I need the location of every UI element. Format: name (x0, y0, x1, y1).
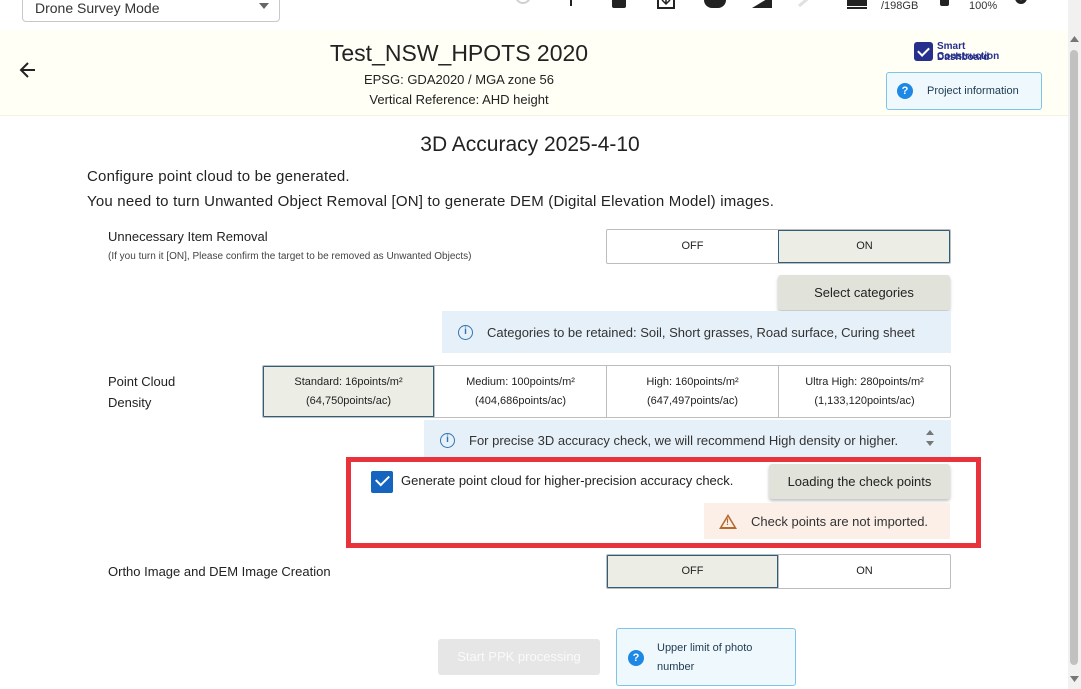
removal-label: Unnecessary Item Removal (108, 229, 268, 244)
ortho-toggle[interactable]: OFF ON (606, 554, 951, 589)
removal-toggle[interactable]: OFF ON (606, 229, 951, 264)
disabled-tool-icon (798, 0, 809, 8)
scrollbar-thumb[interactable] (1070, 50, 1078, 665)
vertical-reference-text: Vertical Reference: AHD height (369, 92, 549, 107)
scroll-down-icon[interactable] (1069, 674, 1080, 684)
gear-icon[interactable] (1012, 0, 1030, 8)
density-standard-line1: Standard: 16points/m² (294, 375, 403, 388)
ortho-on-option[interactable]: ON (778, 555, 950, 588)
highlight-box (346, 457, 981, 548)
epsg-text: EPSG: GDA2020 / MGA zone 56 (363, 72, 555, 87)
help-icon: ? (628, 650, 644, 666)
density-info-text: For precise 3D accuracy check, we will r… (469, 432, 899, 448)
scroll-up-icon[interactable] (1069, 34, 1080, 44)
removal-on-option[interactable]: ON (778, 230, 950, 263)
storage-icon (847, 0, 867, 9)
mode-select[interactable]: Drone Survey Mode (22, 0, 280, 22)
measure-icon[interactable] (752, 0, 772, 10)
categories-info-bar: i Categories to be retained: Soil, Short… (442, 311, 951, 353)
density-high-line1: High: 160points/m² (646, 375, 739, 388)
refresh-icon[interactable] (512, 0, 534, 8)
density-label-line2: Density (108, 395, 152, 410)
spin-stepper-icon[interactable] (924, 427, 936, 449)
density-high-option[interactable]: High: 160points/m² (647,497points/ac) (606, 366, 778, 417)
density-medium-option[interactable]: Medium: 100points/m² (404,686points/ac) (434, 366, 606, 417)
pin-icon[interactable] (563, 0, 579, 8)
project-information-label: Project information (927, 85, 1019, 97)
export-icon[interactable] (656, 0, 676, 10)
intro-line-1: Configure point cloud to be generated. (87, 168, 350, 185)
smart-construction-logo: Smart Construction Dashboard (914, 42, 1024, 64)
density-info-bar: i For precise 3D accuracy check, we will… (424, 420, 951, 460)
density-medium-line1: Medium: 100points/m² (466, 375, 575, 388)
density-high-line2: (647,497points/ac) (646, 394, 739, 407)
info-icon: i (458, 324, 473, 340)
removal-note: (If you turn it [ON], Please confirm the… (108, 251, 472, 262)
categories-info-text: Categories to be retained: Soil, Short g… (487, 324, 915, 340)
upper-limit-info[interactable]: ? Upper limit of photo number (616, 628, 796, 686)
density-medium-line2: (404,686points/ac) (474, 394, 567, 407)
logo-mark-icon (914, 42, 933, 61)
storage-text: /198GB (881, 0, 919, 12)
density-selector[interactable]: Standard: 16points/m² (64,750points/ac) … (262, 365, 951, 418)
info-icon: i (440, 432, 455, 448)
battery-icon (940, 0, 949, 6)
chevron-down-icon (259, 3, 269, 9)
help-icon: ? (897, 83, 913, 99)
zoom-text: 100% (969, 0, 998, 12)
density-ultra-high-line1: Ultra High: 280points/m² (805, 375, 924, 388)
logo-text-line2: Dashboard (937, 52, 990, 63)
mode-select-value: Drone Survey Mode (35, 0, 160, 16)
density-standard-line2: (64,750points/ac) (306, 394, 391, 407)
start-ppk-processing-button[interactable]: Start PPK processing (438, 639, 600, 675)
density-standard-option[interactable]: Standard: 16points/m² (64,750points/ac) (263, 366, 434, 417)
ortho-off-option[interactable]: OFF (607, 555, 778, 588)
upper-limit-line2: number (657, 661, 695, 673)
density-label-line1: Point Cloud (108, 374, 176, 389)
upper-limit-line1: Upper limit of photo (657, 642, 753, 654)
ortho-label: Ortho Image and DEM Image Creation (108, 564, 331, 579)
density-ultra-high-option[interactable]: Ultra High: 280points/m² (1,133,120point… (778, 366, 950, 417)
stop-icon[interactable] (612, 0, 626, 8)
removal-off-option[interactable]: OFF (607, 230, 778, 263)
page-title: 3D Accuracy 2025-4-10 (420, 133, 640, 156)
project-title: Test_NSW_HPOTS 2020 (329, 40, 589, 66)
density-ultra-high-line2: (1,133,120points/ac) (814, 394, 915, 407)
intro-line-2: You need to turn Unwanted Object Removal… (87, 193, 775, 210)
select-categories-button[interactable]: Select categories (778, 275, 950, 310)
project-information-button[interactable]: ? Project information (886, 72, 1042, 110)
